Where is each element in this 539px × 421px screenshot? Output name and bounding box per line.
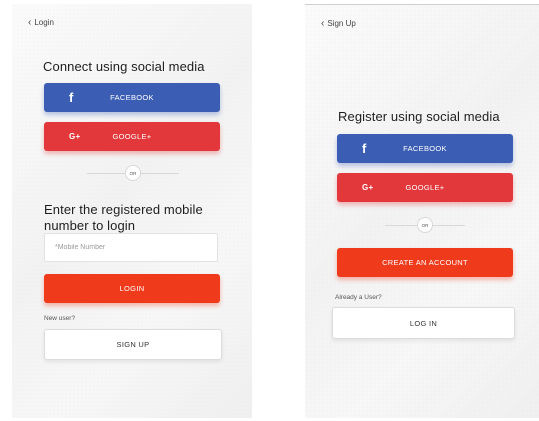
facebook-button-label: FACEBOOK (110, 93, 154, 102)
signup-screen: ‹ Sign Up Register using social media f … (305, 4, 539, 418)
divider-line (87, 172, 125, 174)
create-account-button[interactable]: CREATE AN ACCOUNT (337, 248, 513, 277)
google-button-label: GOOGLE+ (405, 183, 445, 192)
facebook-button[interactable]: f FACEBOOK (44, 83, 220, 112)
login-screen: ‹ Login Connect using social media f FAC… (12, 4, 252, 418)
social-heading: Connect using social media (43, 59, 205, 74)
facebook-icon: f (362, 141, 367, 156)
chevron-left-icon: ‹ (321, 17, 325, 29)
or-divider: OR (87, 165, 179, 181)
google-button-label: GOOGLE+ (112, 132, 152, 141)
or-badge: OR (125, 165, 141, 181)
new-user-text: New user? (44, 315, 76, 322)
mobile-number-input[interactable] (55, 244, 217, 251)
back-label: Login (34, 18, 54, 27)
google-plus-icon: G+ (362, 183, 374, 192)
login-button[interactable]: LOGIN (44, 274, 220, 303)
facebook-button[interactable]: f FACEBOOK (337, 134, 513, 163)
social-heading: Register using social media (338, 109, 500, 124)
login-button-label: LOGIN (119, 284, 145, 293)
google-plus-icon: G+ (69, 132, 81, 141)
or-divider: OR (385, 217, 465, 233)
create-account-button-label: CREATE AN ACCOUNT (382, 258, 468, 267)
or-badge: OR (417, 217, 433, 233)
google-button[interactable]: G+ GOOGLE+ (44, 122, 220, 151)
divider-line (433, 224, 465, 226)
divider-line (141, 172, 179, 174)
back-label: Sign Up (327, 19, 356, 28)
signup-button[interactable]: SIGN UP (44, 329, 222, 360)
back-button[interactable]: ‹ Sign Up (321, 17, 356, 29)
facebook-button-label: FACEBOOK (403, 144, 447, 153)
google-button[interactable]: G+ GOOGLE+ (337, 173, 513, 202)
mobile-number-field[interactable] (44, 233, 218, 262)
already-user-text: Already a User? (335, 294, 382, 301)
login-button[interactable]: LOG IN (332, 307, 515, 339)
login-button-label: LOG IN (409, 318, 438, 328)
back-button[interactable]: ‹ Login (28, 16, 54, 28)
divider-line (385, 224, 417, 226)
facebook-icon: f (69, 90, 74, 105)
mobile-heading: Enter the registered mobile number to lo… (44, 202, 203, 233)
signup-button-label: SIGN UP (116, 340, 150, 349)
chevron-left-icon: ‹ (28, 16, 32, 28)
